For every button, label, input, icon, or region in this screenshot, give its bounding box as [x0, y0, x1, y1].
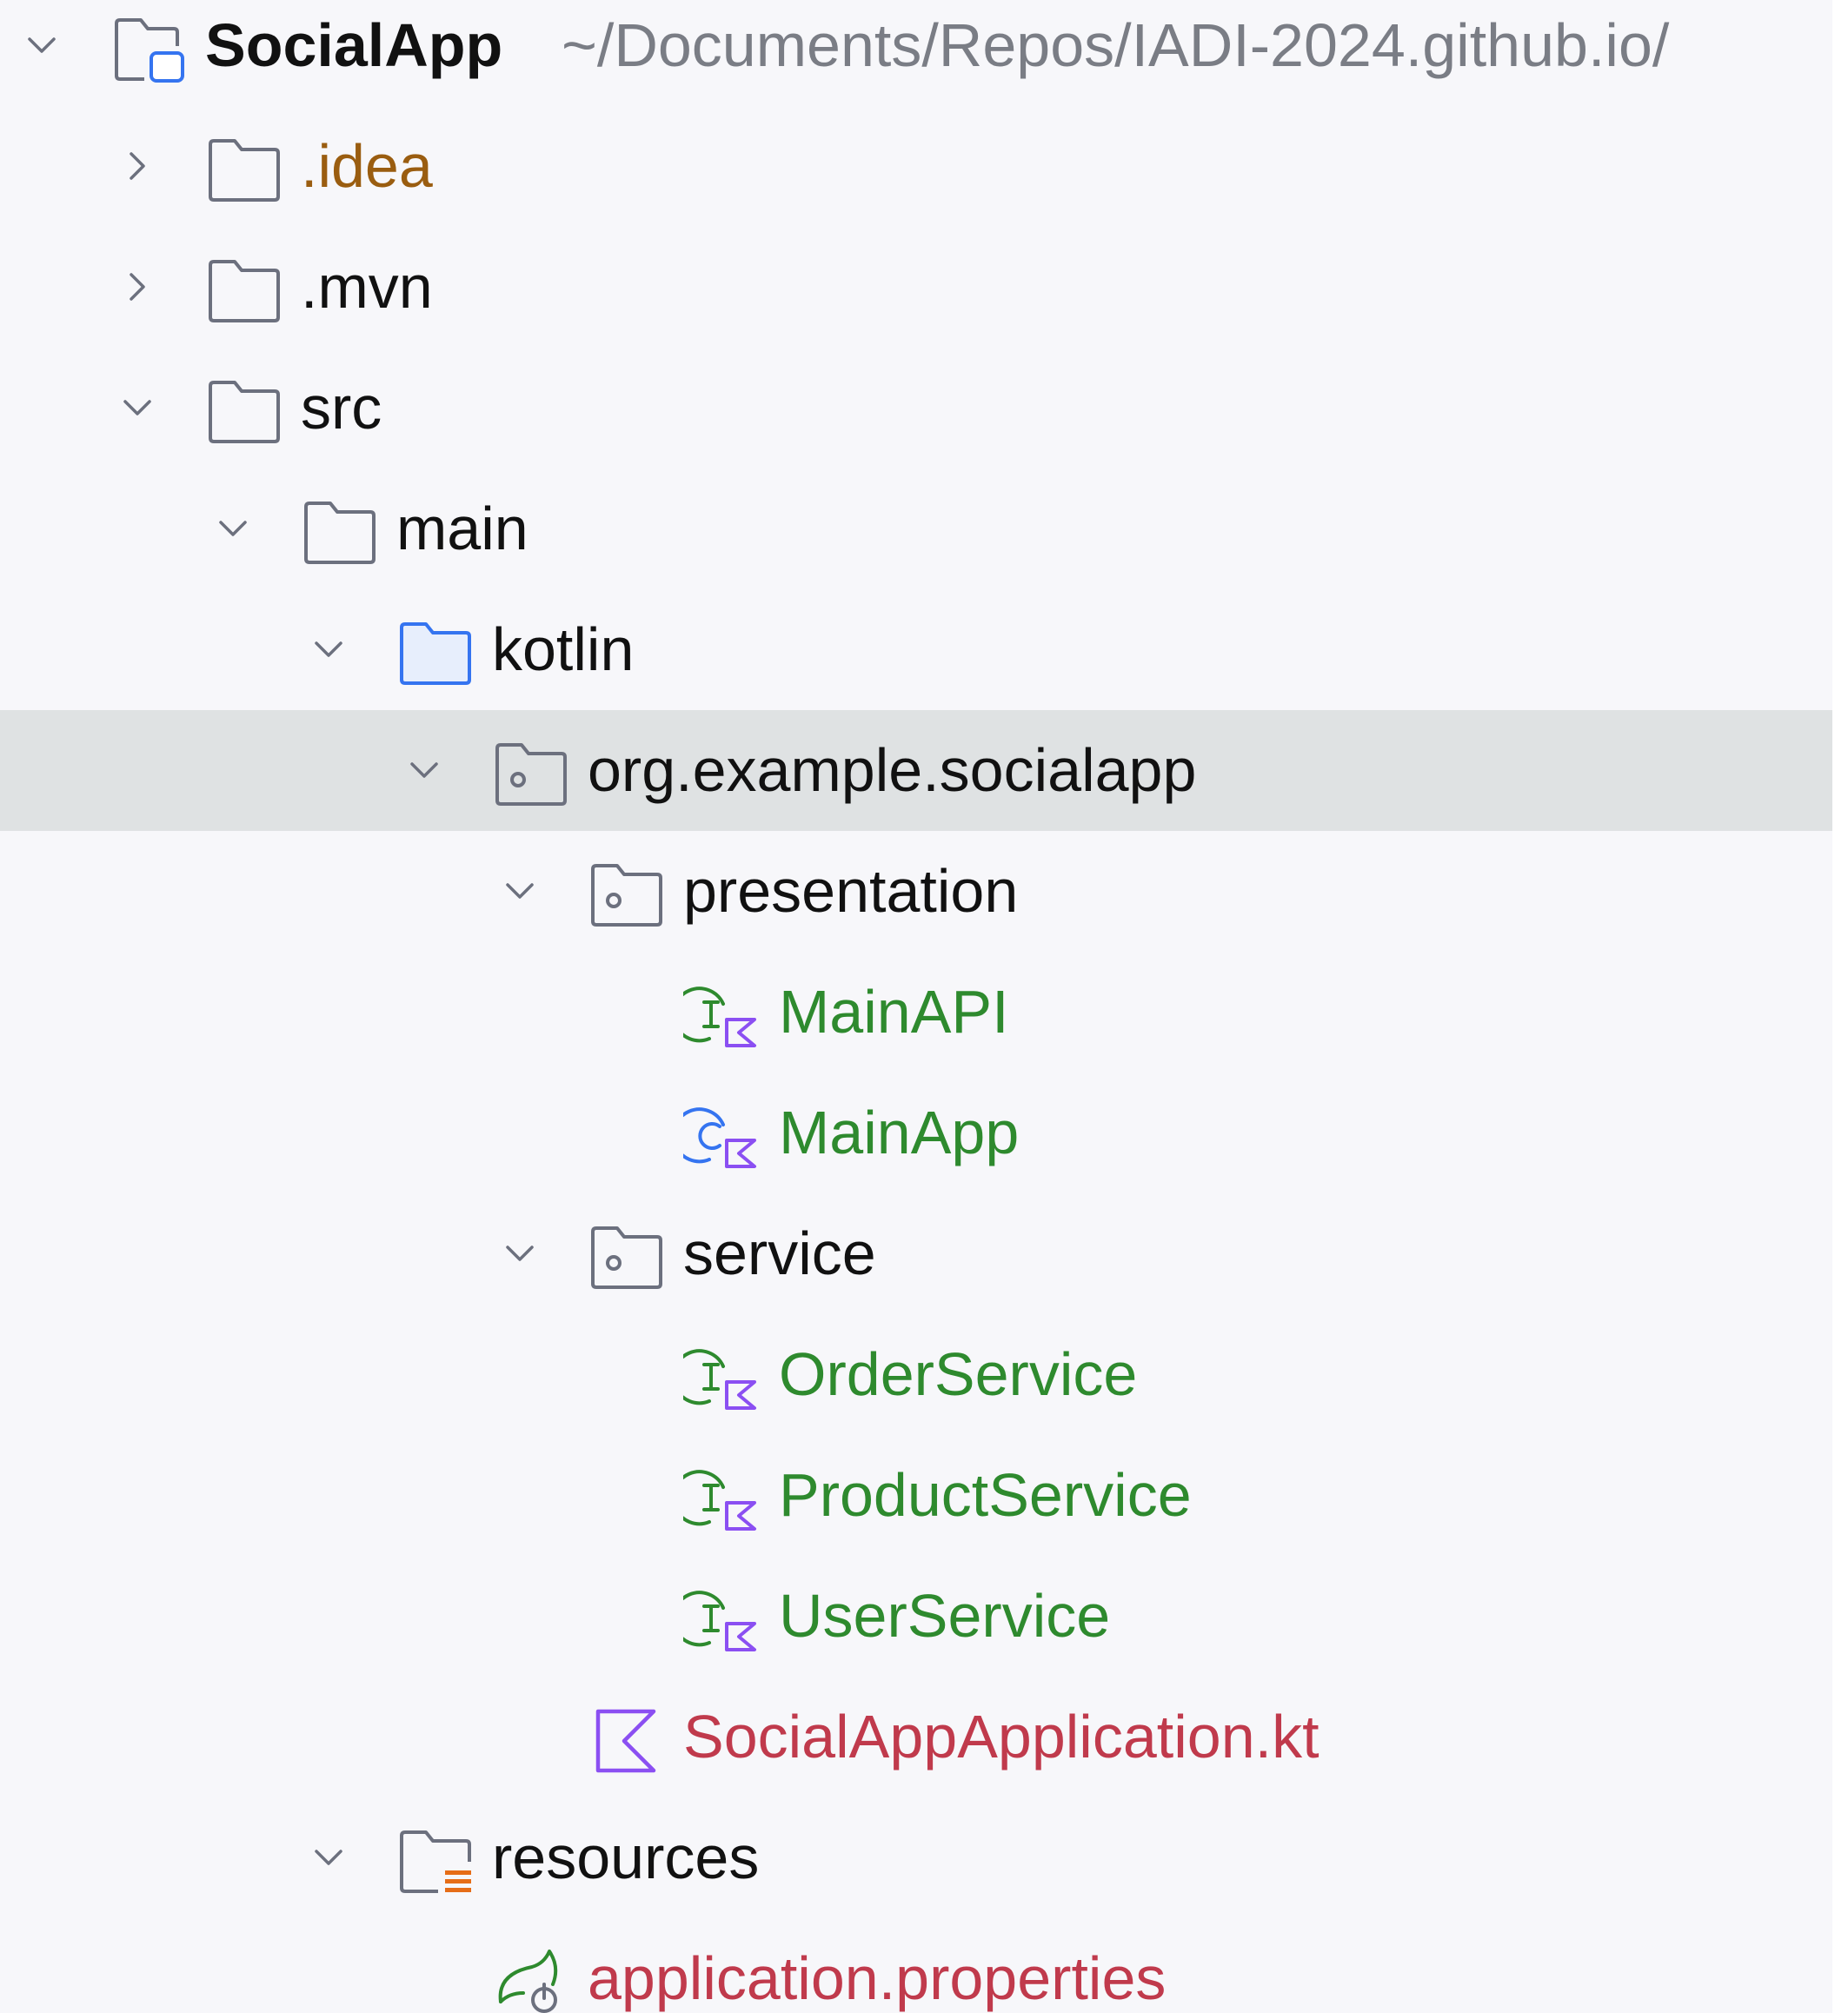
tree-row-socialappapplication[interactable]: SocialAppApplication.kt: [0, 1677, 1832, 1797]
chevron-down-icon[interactable]: [311, 632, 346, 667]
tree-row-productservice[interactable]: ProductService: [0, 1435, 1832, 1556]
tree-row-src[interactable]: src: [0, 348, 1832, 468]
tree-row-presentation[interactable]: presentation: [0, 831, 1832, 952]
resources-folder-icon: [396, 1827, 476, 1895]
tree-item-label: UserService: [779, 1582, 1111, 1650]
tree-row-idea[interactable]: .idea: [0, 106, 1832, 227]
chevron-down-icon[interactable]: [502, 1236, 537, 1271]
tree-row-mainapp[interactable]: MainApp: [0, 1073, 1832, 1193]
chevron-right-icon[interactable]: [120, 149, 155, 183]
chevron-down-icon[interactable]: [502, 874, 537, 908]
tree-row-resources[interactable]: resources: [0, 1797, 1832, 1918]
chevron-down-icon[interactable]: [216, 511, 250, 546]
tree-row-root[interactable]: SocialApp ~/Documents/Repos/IADI-2024.gi…: [0, 0, 1832, 106]
tree-row-org-example-socialapp[interactable]: org.example.socialapp: [0, 710, 1832, 831]
tree-row-application-properties[interactable]: application.properties: [0, 1918, 1832, 2013]
tree-row-main[interactable]: main: [0, 468, 1832, 589]
tree-item-label: ProductService: [779, 1461, 1192, 1529]
chevron-right-icon[interactable]: [120, 269, 155, 304]
chevron-down-icon[interactable]: [120, 390, 155, 425]
source-root-folder-icon: [396, 619, 476, 687]
chevron-down-icon[interactable]: [311, 1840, 346, 1875]
tree-row-userservice[interactable]: UserService: [0, 1556, 1832, 1677]
panel-edge: [1832, 0, 1848, 2013]
kotlin-interface-icon: [683, 1585, 763, 1653]
chevron-down-icon[interactable]: [407, 753, 442, 787]
kotlin-file-icon: [588, 1706, 668, 1774]
project-path: ~/Documents/Repos/IADI-2024.github.io/: [562, 11, 1670, 79]
chevron-down-icon[interactable]: [24, 28, 59, 63]
tree-item-label: application.properties: [588, 1944, 1167, 2012]
tree-row-mvn[interactable]: .mvn: [0, 227, 1832, 348]
tree-row-service[interactable]: service: [0, 1193, 1832, 1314]
tree-item-label: MainAPI: [779, 978, 1009, 1046]
kotlin-class-icon: [683, 1102, 763, 1170]
folder-icon: [205, 256, 285, 324]
tree-item-label: OrderService: [779, 1340, 1138, 1408]
tree-row-mainapi[interactable]: MainAPI: [0, 952, 1832, 1073]
kotlin-interface-icon: [683, 1465, 763, 1532]
tree-item-label: kotlin: [492, 615, 635, 683]
module-folder-icon: [111, 15, 191, 83]
kotlin-interface-icon: [683, 981, 763, 1049]
tree-item-label: src: [301, 374, 382, 442]
tree-item-label: .idea: [301, 132, 433, 200]
tree-item-label: org.example.socialapp: [588, 736, 1197, 804]
tree-item-label: presentation: [683, 857, 1019, 925]
tree-item-label: resources: [492, 1824, 760, 1891]
folder-icon: [301, 498, 381, 566]
tree-row-kotlin[interactable]: kotlin: [0, 589, 1832, 710]
tree-row-orderservice[interactable]: OrderService: [0, 1314, 1832, 1435]
package-icon: [588, 1223, 668, 1291]
tree-item-label: main: [396, 495, 528, 562]
folder-icon: [205, 377, 285, 445]
project-tool-window: SocialApp ~/Documents/Repos/IADI-2024.gi…: [0, 0, 1848, 2013]
folder-icon: [205, 136, 285, 203]
tree-item-label: SocialAppApplication.kt: [683, 1703, 1320, 1771]
kotlin-interface-icon: [683, 1344, 763, 1412]
package-icon: [492, 740, 572, 807]
tree-item-label: service: [683, 1219, 876, 1287]
project-name: SocialApp: [205, 11, 503, 79]
tree-item-label: MainApp: [779, 1099, 1020, 1166]
tree-item-label: .mvn: [301, 253, 433, 321]
spring-properties-icon: [492, 1948, 572, 2013]
package-icon: [588, 860, 668, 928]
